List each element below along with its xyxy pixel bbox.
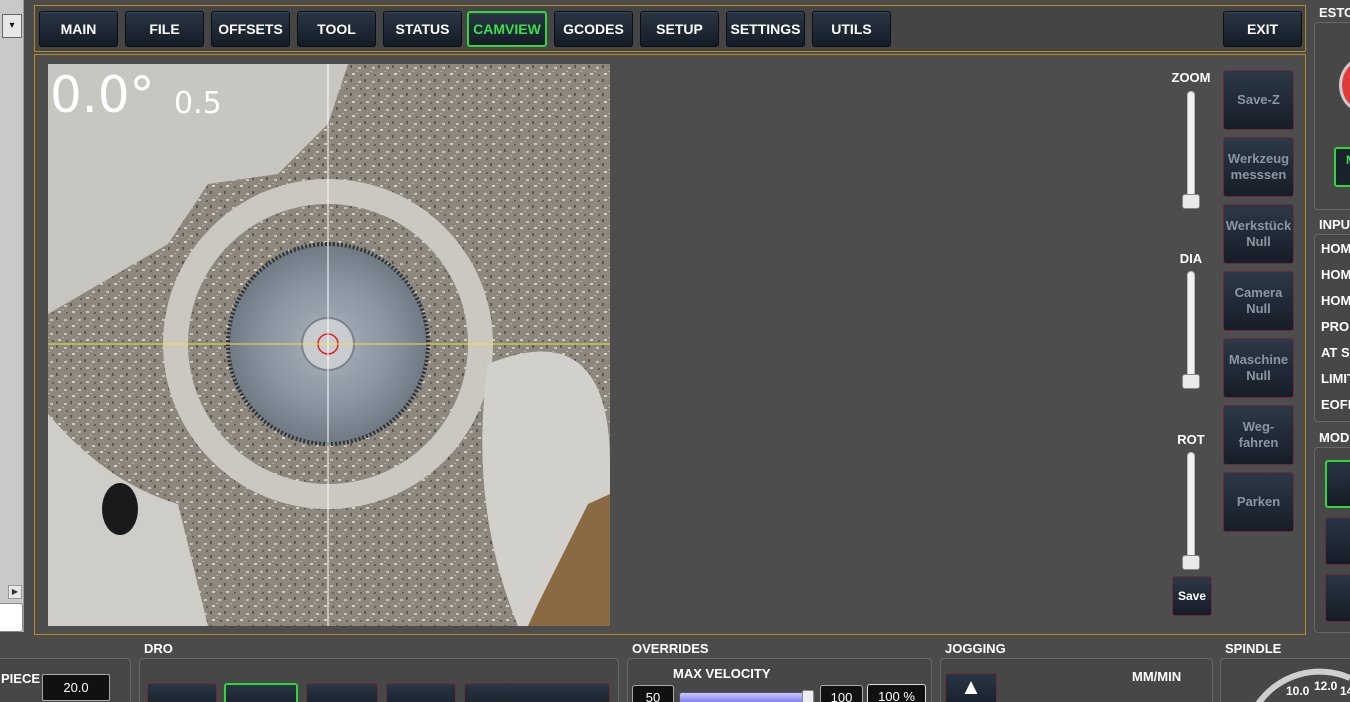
mode-button-manual[interactable] (1325, 460, 1350, 508)
dia-slider[interactable] (1182, 271, 1200, 389)
mode-title: MOD (1319, 430, 1350, 445)
scroll-right-arrow-icon[interactable]: ▶ (8, 585, 22, 599)
max-velocity-min-button[interactable]: 50 (632, 685, 674, 702)
tab-file[interactable]: FILE (125, 11, 204, 47)
save-button[interactable]: Save (1172, 576, 1212, 616)
max-velocity-slider-handle[interactable] (802, 690, 814, 702)
piece-label: PIECE (1, 671, 41, 686)
chevron-down-icon[interactable]: ▾ (2, 14, 22, 38)
camera-image (48, 64, 610, 626)
exit-button[interactable]: EXIT (1223, 11, 1302, 47)
tab-utils[interactable]: UTILS (812, 11, 891, 47)
save-z-button[interactable]: Save-Z (1223, 70, 1294, 130)
dro-button-active[interactable] (224, 683, 298, 702)
rot-slider-handle[interactable] (1182, 555, 1200, 570)
tab-gcodes[interactable]: GCODES (554, 11, 633, 47)
jog-up-arrow-icon[interactable]: ▲ (945, 673, 997, 702)
max-velocity-max-button[interactable]: 100 (820, 685, 863, 702)
input-row: HOM (1321, 241, 1350, 256)
dro-button[interactable] (147, 683, 217, 702)
inputs-panel: HOM HOM HOM PROI AT SI LIMIT EOFF (1314, 234, 1350, 422)
dro-wide-button[interactable] (464, 683, 610, 702)
machine-zero-button[interactable]: Maschine Null (1223, 338, 1294, 398)
mode-panel (1314, 447, 1350, 633)
spindle-tick: 10.0 (1286, 684, 1310, 698)
mode-button-auto[interactable] (1325, 574, 1350, 622)
estop-title: ESTO (1319, 5, 1350, 20)
left-strip: ▾ ▶ (0, 0, 24, 632)
camview-panel: 0.0° 0.5 ZOOM DIA ROT Save Save-Z Werkze… (34, 54, 1306, 635)
overrides-title: OVERRIDES (632, 641, 709, 656)
input-row: EOFF (1321, 397, 1350, 412)
input-row: HOM (1321, 293, 1350, 308)
spindle-title: SPINDLE (1225, 641, 1282, 656)
tab-camview[interactable]: CAMVIEW (467, 11, 547, 47)
measure-tool-button[interactable]: Werkzeug messsen (1223, 137, 1294, 197)
tab-setup[interactable]: SETUP (640, 11, 719, 47)
left-input-field[interactable] (0, 603, 23, 632)
input-row: AT SI (1321, 345, 1350, 360)
inputs-title: INPU (1319, 217, 1350, 232)
estop-panel: M (1314, 22, 1350, 210)
camera-zero-button[interactable]: Camera Null (1223, 271, 1294, 331)
dro-button[interactable] (306, 683, 378, 702)
workpiece-zero-button[interactable]: Werkstück Null (1223, 204, 1294, 264)
tab-tool[interactable]: TOOL (297, 11, 376, 47)
input-row: HOM (1321, 267, 1350, 282)
jog-units-label: MM/MIN (1132, 669, 1182, 684)
tab-settings[interactable]: SETTINGS (726, 11, 805, 47)
jogging-title: JOGGING (945, 641, 1006, 656)
tab-offsets[interactable]: OFFSETS (211, 11, 290, 47)
max-velocity-slider[interactable] (679, 690, 815, 702)
rot-label: ROT (1177, 432, 1205, 447)
workpiece-panel: PIECE 20.0 (0, 658, 131, 702)
estop-button[interactable] (1339, 57, 1350, 113)
dia-slider-handle[interactable] (1182, 374, 1200, 389)
dia-label: DIA (1179, 251, 1203, 266)
spindle-tick: 12.0 (1314, 679, 1338, 693)
tab-main[interactable]: MAIN (39, 11, 118, 47)
input-row: LIMIT (1321, 371, 1350, 386)
input-row: PROI (1321, 319, 1350, 334)
top-navigation-bar: MAIN FILE OFFSETS TOOL STATUS CAMVIEW GC… (34, 5, 1306, 52)
move-away-button[interactable]: Weg- fahren (1223, 405, 1294, 465)
tab-status[interactable]: STATUS (383, 11, 462, 47)
mode-button-mdi[interactable] (1325, 517, 1350, 565)
spindle-tick: 14 (1340, 684, 1350, 698)
piece-value-field[interactable]: 20.0 (42, 674, 110, 701)
zoom-slider-handle[interactable] (1182, 194, 1200, 209)
rot-slider[interactable] (1182, 452, 1200, 570)
camera-feed[interactable]: 0.0° 0.5 (48, 64, 610, 626)
camera-scale-readout: 0.5 (174, 86, 222, 121)
park-button[interactable]: Parken (1223, 472, 1294, 532)
max-velocity-percent-readout: 100 % (867, 684, 926, 702)
max-velocity-label: MAX VELOCITY (673, 666, 771, 681)
zoom-label: ZOOM (1171, 70, 1211, 85)
camera-rotation-readout: 0.0° (50, 66, 155, 124)
dro-title: DRO (144, 641, 173, 656)
machine-on-button[interactable]: M (1334, 147, 1350, 187)
dro-button[interactable] (386, 683, 456, 702)
zoom-slider[interactable] (1182, 91, 1200, 209)
